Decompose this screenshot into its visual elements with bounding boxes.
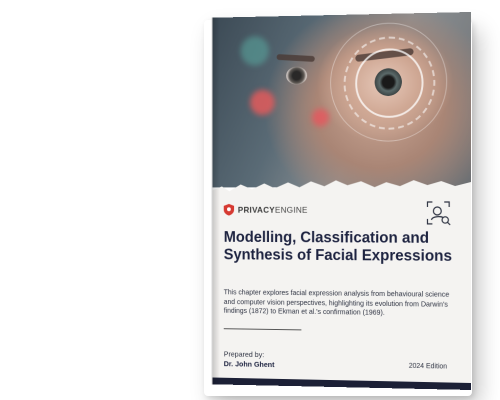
edition-label: 2024 Edition (408, 362, 448, 371)
hud-ring-outer (330, 21, 448, 142)
cover-photo (212, 12, 471, 188)
left-eye (286, 66, 308, 85)
author-name: Dr. John Ghent (223, 359, 275, 370)
bokeh-light (311, 108, 330, 127)
document-description: This chapter explores facial expression … (223, 287, 450, 318)
document-scene: PRIVACYENGINE Modelling, Classification … (0, 0, 500, 400)
face-scan-icon (425, 200, 451, 226)
document-title: Modelling, Classification and Synthesis … (223, 229, 453, 265)
cover-content: PRIVACYENGINE Modelling, Classification … (212, 192, 471, 390)
brow (276, 54, 315, 62)
bokeh-light (250, 89, 275, 116)
cover-spine (212, 17, 221, 385)
prepared-by-label: Prepared by: (223, 349, 265, 360)
divider (223, 328, 302, 331)
bokeh-light (240, 35, 270, 66)
document-cover: PRIVACYENGINE Modelling, Classification … (211, 12, 471, 390)
shield-logo-icon (223, 203, 235, 216)
brand-logo[interactable]: PRIVACYENGINE (223, 203, 308, 216)
brand-name: PRIVACYENGINE (237, 204, 308, 215)
